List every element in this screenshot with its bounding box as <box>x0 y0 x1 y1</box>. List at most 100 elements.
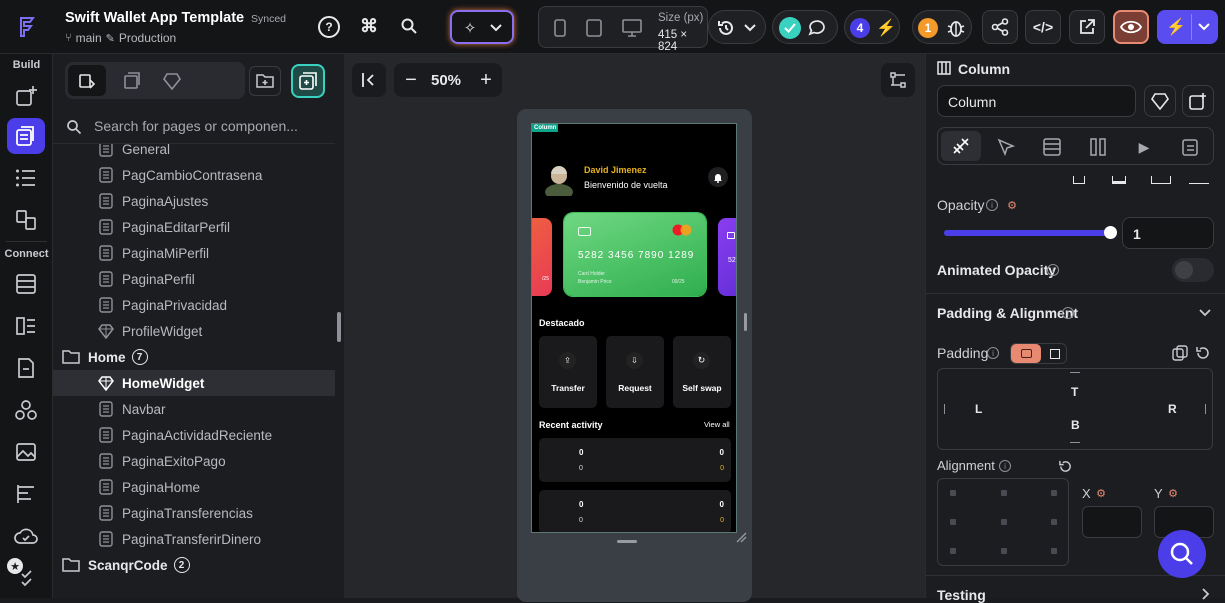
page-item[interactable]: Navbar <box>53 396 336 422</box>
phone-screen[interactable]: Column David Jimenez Bienvenido de vuelt… <box>531 123 737 533</box>
bell-icon[interactable] <box>708 167 728 187</box>
padding-left-label[interactable]: L <box>975 402 982 416</box>
align-center-left[interactable] <box>950 519 956 525</box>
zoom-level[interactable]: 50% <box>431 72 461 89</box>
backend-query-tab-icon[interactable] <box>1039 134 1065 160</box>
opacity-slider[interactable] <box>944 226 1117 239</box>
canvas-settings-icon[interactable] <box>881 63 915 97</box>
resize-corner-icon[interactable] <box>735 531 747 543</box>
ai-gen-button[interactable]: ✧ <box>450 10 514 44</box>
run-button[interactable]: ⚡ <box>1157 10 1218 44</box>
code-button[interactable]: </> <box>1025 10 1061 44</box>
align-x-input[interactable] <box>1082 506 1142 538</box>
database-icon[interactable] <box>10 268 42 300</box>
page-item[interactable]: PaginaActividadReciente <box>53 422 336 448</box>
generate-children-tab-icon[interactable] <box>1085 134 1111 160</box>
padding-top-label[interactable]: T <box>1071 385 1078 399</box>
padding-right-handle[interactable] <box>1205 404 1206 414</box>
align-bottom-icon[interactable] <box>1073 176 1085 184</box>
padding-all-icon[interactable] <box>1011 344 1041 363</box>
diamond-tab-icon[interactable] <box>159 68 185 94</box>
variable-icon[interactable]: ⚙ <box>1166 486 1180 500</box>
chat-search-icon[interactable] <box>1158 530 1206 578</box>
align-bottom-left[interactable] <box>950 548 956 554</box>
activity-row[interactable]: 0 0 0 0 <box>539 438 731 482</box>
add-widget-icon[interactable] <box>1182 85 1214 117</box>
page-item[interactable]: PagCambioContrasena <box>53 162 336 188</box>
page-item[interactable]: PaginaEditarPerfil <box>53 214 336 240</box>
page-item[interactable]: PaginaMiPerfil <box>53 240 336 266</box>
actions-tab-icon[interactable] <box>993 134 1019 160</box>
side-card-right[interactable]: 52 <box>718 218 736 296</box>
align-top-left[interactable] <box>950 490 956 496</box>
flutterflow-logo-icon[interactable] <box>14 14 40 40</box>
padding-box[interactable]: T L R B <box>937 368 1213 450</box>
search-input[interactable]: Search for pages or componen... <box>94 118 298 134</box>
align-top-center[interactable] <box>1001 490 1007 496</box>
size-value[interactable]: 415 × 824 <box>658 29 707 53</box>
action-transfer[interactable]: ⇪ Transfer <box>539 336 597 408</box>
custom-code-icon[interactable] <box>10 394 42 426</box>
media-assets-icon[interactable] <box>10 436 42 468</box>
align-top-right[interactable] <box>1051 490 1057 496</box>
app-state-icon[interactable] <box>10 310 42 342</box>
align-bottom-right[interactable] <box>1051 548 1057 554</box>
page-item[interactable]: PaginaExitoPago <box>53 448 336 474</box>
tablet-icon[interactable] <box>585 19 603 37</box>
comments-icon[interactable] <box>807 17 829 39</box>
command-icon[interactable]: ⌘ <box>358 15 380 37</box>
storyboard-icon[interactable] <box>10 204 42 236</box>
branch-info[interactable]: ⑂ main ✎ Production <box>65 31 176 45</box>
issues-group[interactable]: 4 ⚡ <box>844 10 900 44</box>
search-icon[interactable] <box>398 15 420 37</box>
component-item[interactable]: HomeWidget <box>53 370 336 396</box>
view-all-link[interactable]: View all <box>704 420 730 429</box>
pages-tab-icon[interactable] <box>68 65 106 96</box>
animated-opacity-toggle[interactable] <box>1172 258 1214 282</box>
cloud-icon[interactable] <box>10 520 42 552</box>
widget-tree-icon[interactable] <box>7 118 45 154</box>
align-stretch-icon[interactable] <box>1189 176 1209 184</box>
theme-icon[interactable] <box>10 478 42 510</box>
align-center[interactable] <box>1001 519 1007 525</box>
activity-row[interactable]: 0 0 0 0 <box>539 490 731 532</box>
action-request[interactable]: ⇩ Request <box>606 336 664 408</box>
copy-icon[interactable] <box>1171 344 1189 362</box>
page-item[interactable]: PaginaTransferencias <box>53 500 336 526</box>
align-bottom-icon[interactable] <box>1112 176 1126 184</box>
padding-left-handle[interactable] <box>944 404 945 414</box>
phone-icon[interactable] <box>551 19 569 37</box>
add-widget-icon[interactable] <box>10 80 42 112</box>
page-item[interactable]: PaginaHome <box>53 474 336 500</box>
reset-icon[interactable] <box>1056 457 1074 475</box>
checklist-icon[interactable] <box>14 562 46 594</box>
avatar[interactable] <box>542 162 576 200</box>
chevron-down-icon[interactable] <box>1196 304 1214 322</box>
properties-tab-icon[interactable] <box>941 131 981 161</box>
search-bar[interactable]: Search for pages or componen... <box>53 110 336 144</box>
list-icon[interactable] <box>10 162 42 194</box>
padding-bottom-handle[interactable] <box>1070 442 1080 443</box>
desktop-icon[interactable] <box>621 19 643 37</box>
action-self-swap[interactable]: ↻ Self swap <box>673 336 731 408</box>
chevron-right-icon[interactable] <box>1198 586 1214 602</box>
padding-top-handle[interactable] <box>1070 372 1080 373</box>
open-external-button[interactable] <box>1069 10 1105 44</box>
check-circle-icon[interactable] <box>779 17 801 39</box>
page-item[interactable]: PaginaPrivacidad <box>53 292 336 318</box>
preview-eye-button[interactable] <box>1113 10 1149 44</box>
padding-individual-icon[interactable] <box>1043 344 1067 363</box>
history-button[interactable] <box>708 10 766 44</box>
reset-icon[interactable] <box>1194 344 1212 362</box>
widget-name-input[interactable]: Column <box>937 85 1136 117</box>
page-item[interactable]: PaginaPerfil <box>53 266 336 292</box>
components-tab-icon[interactable] <box>119 68 145 94</box>
help-icon[interactable]: ? <box>318 16 340 38</box>
alignment-grid[interactable] <box>937 478 1069 566</box>
opacity-input[interactable]: 1 <box>1122 217 1214 249</box>
folder-item[interactable]: Home 7 <box>53 344 336 370</box>
resize-handle-bottom[interactable] <box>617 540 637 543</box>
zoom-out-icon[interactable]: − <box>400 69 422 91</box>
side-card-left[interactable]: /25 <box>532 218 552 296</box>
align-center-right[interactable] <box>1051 519 1057 525</box>
